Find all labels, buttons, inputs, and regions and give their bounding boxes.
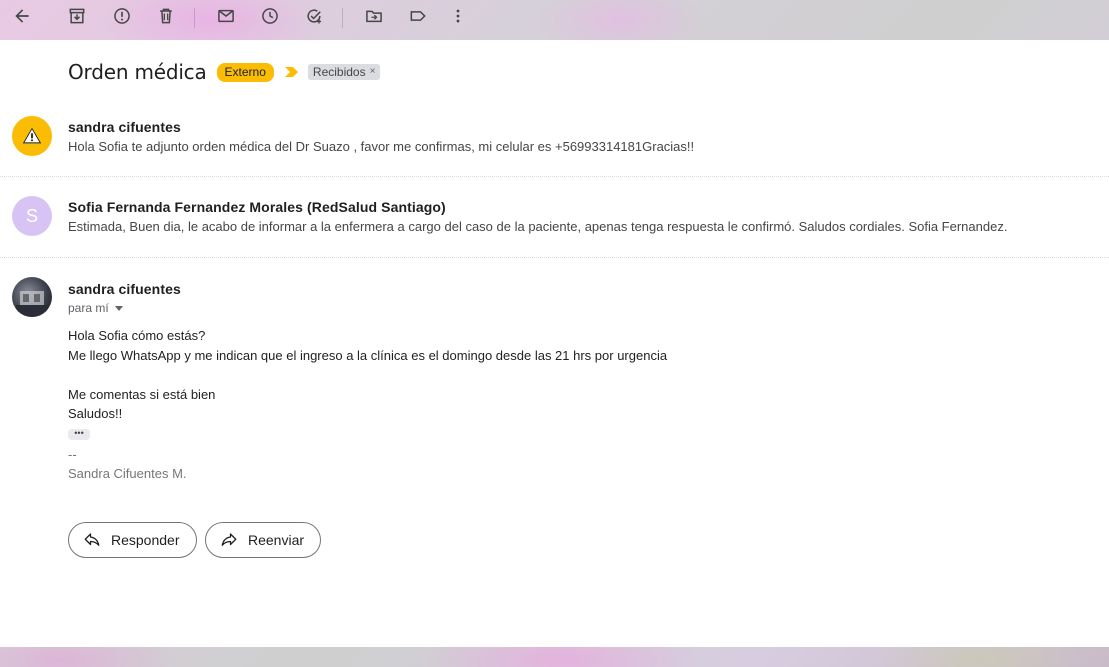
sender-name: sandra cifuentes: [68, 119, 181, 135]
archive-icon[interactable]: [63, 2, 91, 30]
move-to-icon[interactable]: [360, 2, 388, 30]
reply-button[interactable]: Responder: [68, 522, 197, 558]
chevron-down-icon[interactable]: [114, 305, 123, 311]
back-icon[interactable]: [8, 2, 36, 30]
signature-separator: --: [68, 447, 77, 462]
signature: Sandra Cifuentes M.: [68, 466, 187, 481]
recipient-line[interactable]: para mí: [68, 301, 123, 315]
inbox-label-text: Recibidos: [312, 65, 366, 79]
message-view: Orden médica Externo Recibidos × sandra …: [0, 40, 1109, 647]
toolbar: [0, 0, 1109, 36]
body-line: Saludos!!: [68, 406, 123, 421]
subject-row: Orden médica Externo Recibidos ×: [68, 60, 381, 84]
forward-icon: [221, 533, 237, 546]
body-line: Me llego WhatsApp y me indican que el in…: [68, 348, 668, 363]
warning-icon: [12, 116, 52, 156]
delete-icon[interactable]: [152, 2, 180, 30]
mark-unread-icon[interactable]: [212, 2, 240, 30]
more-icon[interactable]: [444, 2, 472, 30]
report-spam-icon[interactable]: [108, 2, 136, 30]
body-line: Me comentas si está bien: [68, 387, 216, 402]
inbox-label-chip[interactable]: Recibidos ×: [307, 64, 381, 80]
reply-label: Responder: [111, 532, 180, 548]
toolbar-divider: [342, 8, 343, 28]
reply-icon: [84, 533, 100, 546]
remove-label-icon[interactable]: ×: [370, 65, 376, 79]
forward-button[interactable]: Reenviar: [205, 522, 322, 558]
show-trimmed-content-button[interactable]: •••: [68, 429, 90, 440]
email-subject: Orden médica: [68, 60, 207, 84]
label-icon[interactable]: [404, 2, 432, 30]
forward-label: Reenviar: [248, 532, 305, 548]
message-snippet: Estimada, Buen dia, le acabo de informar…: [68, 219, 1008, 234]
external-chip: Externo: [216, 62, 274, 82]
sender-name: sandra cifuentes: [68, 281, 181, 297]
snooze-icon[interactable]: [256, 2, 284, 30]
body-line: Hola Sofia cómo estás?: [68, 328, 206, 343]
avatar: [12, 277, 52, 317]
divider: [0, 257, 1109, 258]
divider: [0, 176, 1109, 177]
recipient-text: para mí: [68, 301, 109, 315]
message-collapsed[interactable]: S Sofia Fernanda Fernandez Morales (RedS…: [0, 196, 1109, 256]
toolbar-divider: [194, 8, 195, 28]
message-collapsed[interactable]: sandra cifuentes Hola Sofia te adjunto o…: [0, 114, 1109, 176]
important-marker-icon[interactable]: [284, 65, 300, 79]
message-snippet: Hola Sofia te adjunto orden médica del D…: [68, 139, 695, 154]
add-task-icon[interactable]: [300, 2, 328, 30]
sender-name: Sofia Fernanda Fernandez Morales (RedSal…: [68, 199, 446, 215]
avatar: S: [12, 196, 52, 236]
